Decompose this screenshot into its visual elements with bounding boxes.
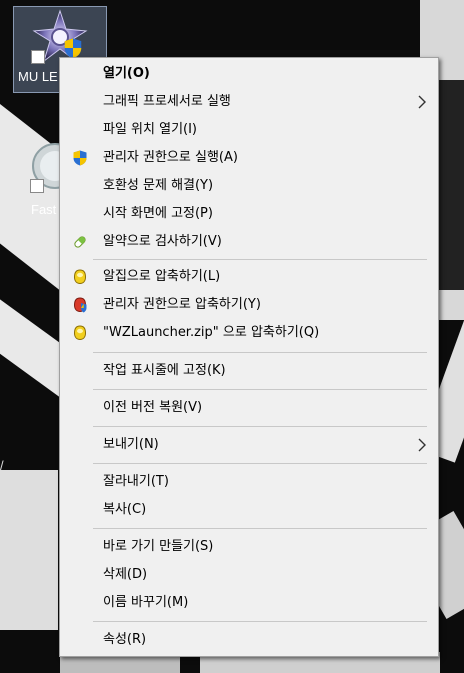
- menu-separator: [93, 352, 427, 353]
- menu-item-pin-to-taskbar[interactable]: 작업 표시줄에 고정(K): [60, 357, 438, 385]
- menu-separator: [93, 621, 427, 622]
- shortcut-arrow-icon: [30, 179, 44, 193]
- menu-item-pin-to-start[interactable]: 시작 화면에 고정(P): [60, 200, 438, 228]
- menu-item-compress-as-admin[interactable]: 관리자 권한으로 압축하기(Y): [60, 291, 438, 319]
- menu-item-label: 잘라내기(T): [103, 474, 169, 489]
- menu-item-label: 바로 가기 만들기(S): [103, 539, 214, 554]
- desktop-side-glyph: /: [0, 458, 4, 473]
- menu-item-label: 복사(C): [103, 502, 147, 517]
- menu-item-compress-to-zip[interactable]: "WZLauncher.zip" 으로 압축하기(Q): [60, 319, 438, 347]
- menu-item-label: 이름 바꾸기(M): [103, 595, 189, 610]
- alzip-icon: [73, 325, 87, 341]
- uac-shield-icon: [73, 150, 87, 166]
- uac-shield-icon: [64, 38, 82, 59]
- menu-item-label: 열기(O): [103, 66, 150, 81]
- wallpaper-shape: [438, 80, 464, 290]
- menu-item-label: 작업 표시줄에 고정(K): [103, 363, 226, 378]
- menu-item-label: "WZLauncher.zip" 으로 압축하기(Q): [103, 325, 320, 340]
- desktop: MU LE Fast / 열기(O) 그래픽 프로세서로 실행 파일 위치 열기…: [0, 0, 464, 673]
- menu-item-copy[interactable]: 복사(C): [60, 496, 438, 524]
- menu-item-label: 속성(R): [103, 632, 147, 647]
- alzip-admin-icon: [73, 297, 87, 313]
- menu-separator: [93, 426, 427, 427]
- menu-item-label: 관리자 권한으로 압축하기(Y): [103, 297, 261, 312]
- shortcut-arrow-icon: [31, 50, 45, 64]
- menu-item-restore-previous-versions[interactable]: 이전 버전 복원(V): [60, 394, 438, 422]
- menu-item-label: 파일 위치 열기(I): [103, 122, 198, 137]
- desktop-icon-fast[interactable]: Fast: [13, 132, 75, 222]
- pill-icon: [74, 236, 86, 248]
- menu-item-label: 관리자 권한으로 실행(A): [103, 150, 238, 165]
- menu-item-delete[interactable]: 삭제(D): [60, 561, 438, 589]
- menu-item-cut[interactable]: 잘라내기(T): [60, 468, 438, 496]
- menu-item-label: 알약으로 검사하기(V): [103, 234, 222, 249]
- menu-item-run-as-admin[interactable]: 관리자 권한으로 실행(A): [60, 144, 438, 172]
- menu-item-label: 삭제(D): [103, 567, 148, 582]
- menu-separator: [93, 463, 427, 464]
- menu-item-scan-with-alyac[interactable]: 알약으로 검사하기(V): [60, 228, 438, 256]
- menu-item-troubleshoot-compatibility[interactable]: 호환성 문제 해결(Y): [60, 172, 438, 200]
- desktop-icon-label: Fast: [31, 202, 57, 217]
- menu-item-label: 알집으로 압축하기(L): [103, 269, 221, 284]
- menu-separator: [93, 528, 427, 529]
- menu-item-properties[interactable]: 속성(R): [60, 626, 438, 654]
- menu-item-compress-alzip[interactable]: 알집으로 압축하기(L): [60, 263, 438, 291]
- context-menu: 열기(O) 그래픽 프로세서로 실행 파일 위치 열기(I) 관리자 권한으로 …: [59, 57, 439, 657]
- menu-separator: [93, 389, 427, 390]
- menu-item-create-shortcut[interactable]: 바로 가기 만들기(S): [60, 533, 438, 561]
- menu-item-label: 이전 버전 복원(V): [103, 400, 203, 415]
- menu-item-label: 그래픽 프로세서로 실행: [103, 94, 231, 109]
- menu-item-label: 보내기(N): [103, 437, 159, 452]
- menu-item-open-file-location[interactable]: 파일 위치 열기(I): [60, 116, 438, 144]
- menu-item-send-to[interactable]: 보내기(N): [60, 431, 438, 459]
- wallpaper-streak: [60, 655, 180, 673]
- alzip-icon: [73, 269, 87, 285]
- menu-item-run-with-gpu[interactable]: 그래픽 프로세서로 실행: [60, 88, 438, 116]
- menu-item-label: 시작 화면에 고정(P): [103, 206, 213, 221]
- menu-item-rename[interactable]: 이름 바꾸기(M): [60, 589, 438, 617]
- menu-item-open[interactable]: 열기(O): [60, 60, 438, 88]
- menu-separator: [93, 259, 427, 260]
- wallpaper-streak: [0, 470, 58, 630]
- menu-item-label: 호환성 문제 해결(Y): [103, 178, 214, 193]
